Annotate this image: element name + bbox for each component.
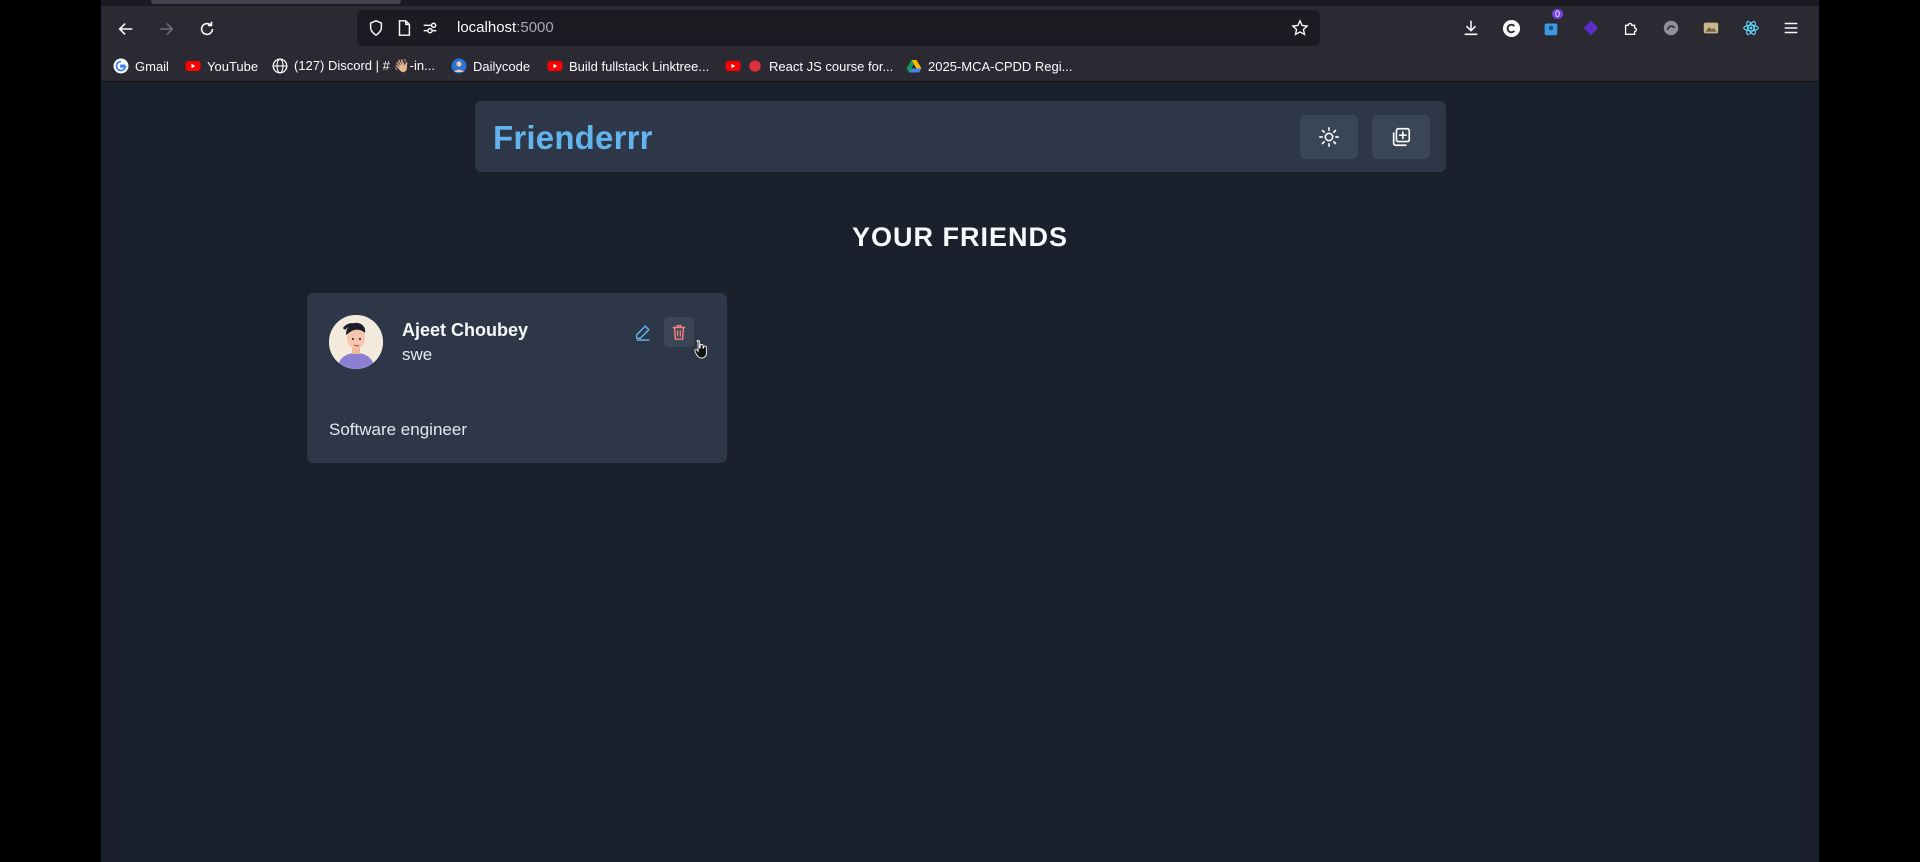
browser-toolbar: localhost:5000 0 xyxy=(101,6,1819,50)
diamond-purple-icon xyxy=(1583,20,1599,36)
hand-cursor-icon xyxy=(694,340,707,359)
extensions-button[interactable] xyxy=(1620,17,1642,39)
friend-role: swe xyxy=(402,345,433,364)
screen: localhost:5000 0 Gmail YouTube (127) Dis… xyxy=(0,0,1920,862)
add-friend-button[interactable] xyxy=(1372,115,1430,159)
extension-image-button[interactable] xyxy=(1700,17,1722,39)
dailycode-icon xyxy=(451,58,467,74)
avatar-illustration xyxy=(329,315,383,369)
page-heading: YOUR FRIENDS xyxy=(851,222,1069,252)
reload-button[interactable] xyxy=(192,14,222,44)
add-square-icon xyxy=(1392,127,1411,147)
hamburger-menu-icon xyxy=(1784,22,1798,34)
bookmark-linktree[interactable]: Build fullstack Linktree... xyxy=(547,57,709,75)
app-navbar: Frienderrr xyxy=(475,101,1446,172)
c-extension-icon xyxy=(1502,19,1520,37)
delete-friend-button[interactable] xyxy=(664,317,694,347)
avatar xyxy=(329,315,383,369)
globe-icon xyxy=(272,58,288,74)
edit-friend-button[interactable] xyxy=(628,317,658,347)
bookmarks-bar: Gmail YouTube (127) Discord | # 👋🏼-in...… xyxy=(101,50,1819,82)
url-port: :5000 xyxy=(516,19,554,36)
trash-icon xyxy=(672,324,686,340)
bookmark-label: Build fullstack Linktree... xyxy=(569,58,710,74)
bookmark-dailycode[interactable]: Dailycode xyxy=(451,57,530,75)
extension-badge: 0 xyxy=(1552,9,1564,19)
forward-button[interactable] xyxy=(151,14,181,44)
menu-button[interactable] xyxy=(1780,17,1802,39)
theme-toggle-button[interactable] xyxy=(1300,115,1358,159)
browser-window: localhost:5000 0 Gmail YouTube (127) Dis… xyxy=(101,0,1819,862)
bookmark-youtube[interactable]: YouTube xyxy=(185,57,258,75)
puzzle-blue-icon xyxy=(1544,23,1558,36)
pencil-icon xyxy=(635,325,650,341)
extension-badge-button[interactable]: 0 xyxy=(1540,9,1564,39)
arrow-left-icon xyxy=(118,23,133,35)
download-icon xyxy=(1464,20,1478,36)
downloads-button[interactable] xyxy=(1460,17,1482,39)
google-icon xyxy=(113,58,129,74)
red-dot-icon xyxy=(747,58,763,74)
react-devtools-button[interactable] xyxy=(1740,17,1762,39)
bookmark-label: Gmail xyxy=(135,58,169,74)
bookmark-label: React JS course for... xyxy=(769,58,894,74)
address-bar[interactable]: localhost:5000 xyxy=(357,10,1320,46)
star-icon[interactable] xyxy=(1291,19,1309,37)
cat-image-icon xyxy=(1703,22,1719,34)
arrow-right-icon xyxy=(159,23,174,35)
sun-icon xyxy=(1319,127,1339,147)
bookmark-drive[interactable]: 2025-MCA-CPDD Regi... xyxy=(906,57,1073,75)
puzzle-icon xyxy=(1624,22,1638,35)
bookmark-react-course[interactable]: React JS course for... xyxy=(725,57,893,75)
site-permissions-icon[interactable] xyxy=(421,19,439,37)
extension-c-button[interactable] xyxy=(1500,17,1522,39)
bookmark-discord[interactable]: (127) Discord | # 👋🏼-in... xyxy=(272,57,435,75)
reload-icon xyxy=(200,21,214,36)
extension-gray-button[interactable] xyxy=(1660,17,1682,39)
bookmark-label: (127) Discord | # 👋🏼-in... xyxy=(294,58,435,73)
friend-description: Software engineer xyxy=(329,420,467,439)
youtube-icon xyxy=(547,58,563,74)
back-button[interactable] xyxy=(111,14,141,44)
active-tab[interactable] xyxy=(151,0,401,4)
shield-icon[interactable] xyxy=(367,19,385,37)
friend-card: Ajeet Choubey swe Software engineer xyxy=(307,293,727,463)
bookmark-label: Dailycode xyxy=(473,58,531,74)
brand-title[interactable]: Frienderrr xyxy=(493,119,653,157)
friend-name: Ajeet Choubey xyxy=(402,320,529,340)
drive-icon xyxy=(906,58,922,74)
youtube-icon xyxy=(725,58,741,74)
page-icon[interactable] xyxy=(395,19,413,37)
extension-purple-button[interactable] xyxy=(1580,17,1602,39)
youtube-icon xyxy=(185,58,201,74)
url-host: localhost xyxy=(457,19,517,36)
bookmark-label: YouTube xyxy=(207,58,259,74)
bookmark-gmail[interactable]: Gmail xyxy=(113,57,169,75)
bookmark-label: 2025-MCA-CPDD Regi... xyxy=(928,58,1073,74)
react-icon xyxy=(1743,21,1759,35)
gray-circle-icon xyxy=(1663,20,1679,36)
url-text[interactable]: localhost:5000 xyxy=(457,19,554,36)
